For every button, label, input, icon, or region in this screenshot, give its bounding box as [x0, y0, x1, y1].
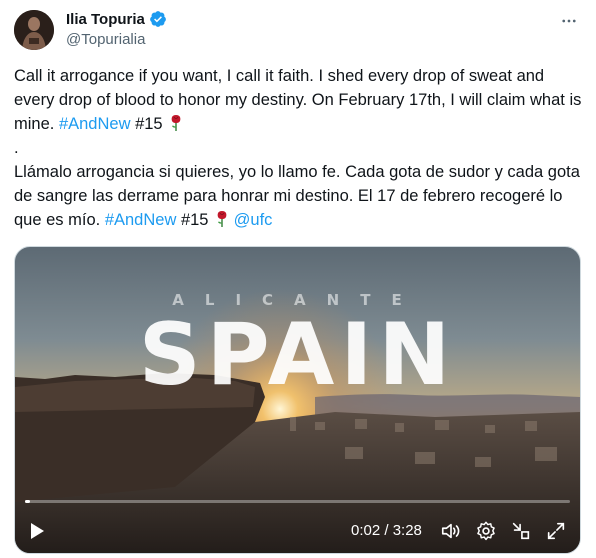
author-handle[interactable]: @Topurialia: [66, 31, 145, 48]
mention-link[interactable]: @ufc: [234, 211, 273, 229]
verified-badge-icon: [150, 11, 166, 27]
rose-icon: [171, 115, 181, 131]
video-progress-fill: [25, 500, 31, 503]
tweet-number: #15: [176, 211, 214, 229]
video-progress-bar[interactable]: [25, 500, 570, 503]
avatar[interactable]: [14, 10, 54, 50]
hashtag-link[interactable]: #AndNew: [59, 115, 131, 133]
tweet-separator: .: [14, 139, 19, 157]
tweet-number: #15: [130, 115, 168, 133]
video-player[interactable]: ALICANTE SPAIN 0:02 / 3:28: [14, 246, 581, 554]
avatar-image: [14, 10, 54, 50]
author-name-row: Ilia Topuria: [66, 10, 167, 28]
tweet-paragraph-en: Call it arrogance if you want, I call it…: [14, 64, 584, 136]
fullscreen-icon[interactable]: [545, 520, 567, 542]
tweet-text-es: Llámalo arrogancia si quieres, yo lo lla…: [14, 163, 580, 229]
rose-icon: [217, 211, 227, 227]
more-icon[interactable]: [558, 10, 580, 32]
volume-icon[interactable]: [440, 520, 462, 542]
video-time: 0:02 / 3:28: [351, 522, 422, 539]
author-display-name[interactable]: Ilia Topuria: [66, 11, 145, 28]
video-controls: 0:02 / 3:28: [15, 509, 580, 553]
tweet-card: Ilia Topuria @Topurialia Call it arrogan…: [0, 0, 596, 558]
minimize-icon[interactable]: [510, 520, 532, 542]
video-title: SPAIN: [138, 305, 457, 405]
play-icon[interactable]: [27, 521, 47, 541]
tweet-text: Call it arrogance if you want, I call it…: [14, 64, 584, 232]
tweet-paragraph-es: Llámalo arrogancia si quieres, yo lo lla…: [14, 160, 584, 232]
hashtag-link[interactable]: #AndNew: [105, 211, 177, 229]
settings-icon[interactable]: [475, 520, 497, 542]
